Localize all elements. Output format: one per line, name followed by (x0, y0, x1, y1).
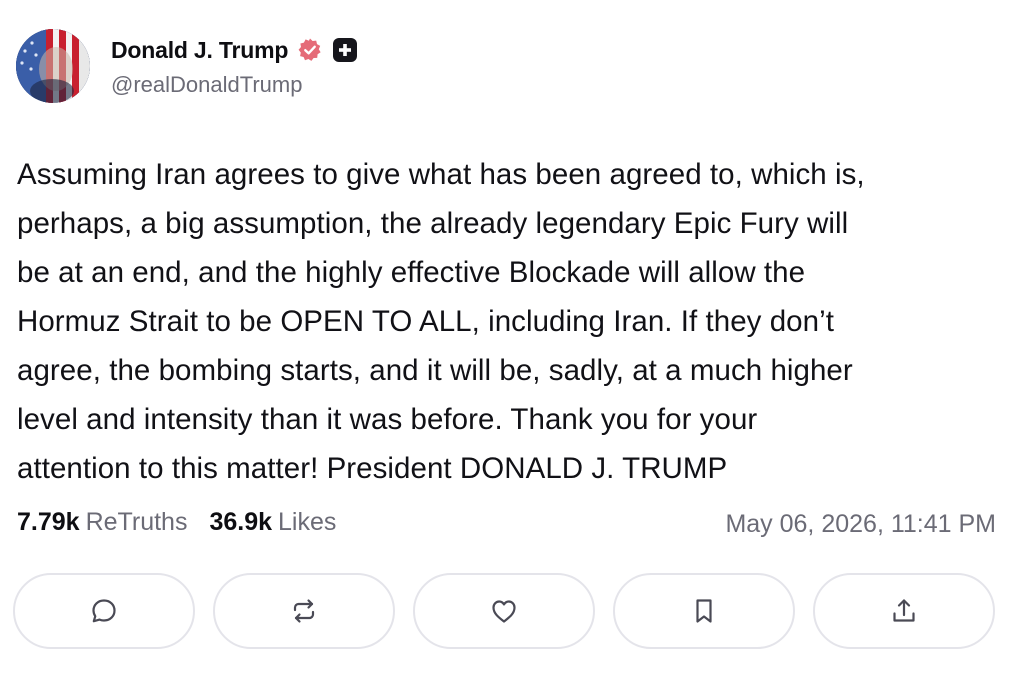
retruths-label: ReTruths (85, 508, 188, 536)
share-button[interactable] (813, 573, 995, 649)
author-display-name[interactable]: Donald J. Trump (111, 37, 288, 64)
author-handle[interactable]: @realDonaldTrump (111, 72, 302, 98)
post-body-text: Assuming Iran agrees to give what has be… (17, 150, 1007, 493)
share-upload-icon (893, 599, 915, 622)
bookmark-icon (696, 599, 712, 623)
verified-badge-icon (297, 37, 323, 63)
likes-stat[interactable]: 36.9k Likes (209, 508, 336, 537)
post-actions (13, 573, 995, 649)
post-text-line: agree, the bombing starts, and it will b… (17, 354, 853, 387)
author-name-row: Donald J. Trump (111, 33, 358, 67)
post-text-line: Assuming Iran agrees to give what has be… (17, 158, 865, 191)
like-button[interactable] (413, 573, 595, 649)
post-text-line: Hormuz Strait to be OPEN TO ALL, includi… (17, 305, 834, 338)
post-stats: 7.79k ReTruths 36.9k Likes (17, 508, 336, 537)
repost-arrows-icon (293, 599, 315, 623)
heart-icon (492, 600, 516, 623)
profile-photo (16, 29, 90, 103)
likes-count: 36.9k (209, 508, 273, 536)
retruths-count: 7.79k (17, 508, 80, 536)
bookmark-button[interactable] (613, 573, 795, 649)
post-timestamp[interactable]: May 06, 2026, 11:41 PM (725, 510, 996, 539)
comment-bubble-icon (92, 599, 116, 623)
truth-plus-icon (332, 37, 358, 63)
post-card: Donald J. Trump @realDonaldTrump Assumin… (0, 0, 1024, 697)
retruths-stat[interactable]: 7.79k ReTruths (17, 508, 187, 537)
post-text-line: level and intensity than it was before. … (17, 403, 758, 436)
post-text-line: perhaps, a big assumption, the already l… (17, 207, 849, 240)
retruth-button[interactable] (213, 573, 395, 649)
likes-label: Likes (278, 508, 337, 536)
post-text-line: attention to this matter! President DONA… (17, 452, 728, 485)
post-text-line: be at an end, and the highly effective B… (17, 256, 806, 289)
avatar[interactable] (16, 29, 90, 103)
reply-button[interactable] (13, 573, 195, 649)
